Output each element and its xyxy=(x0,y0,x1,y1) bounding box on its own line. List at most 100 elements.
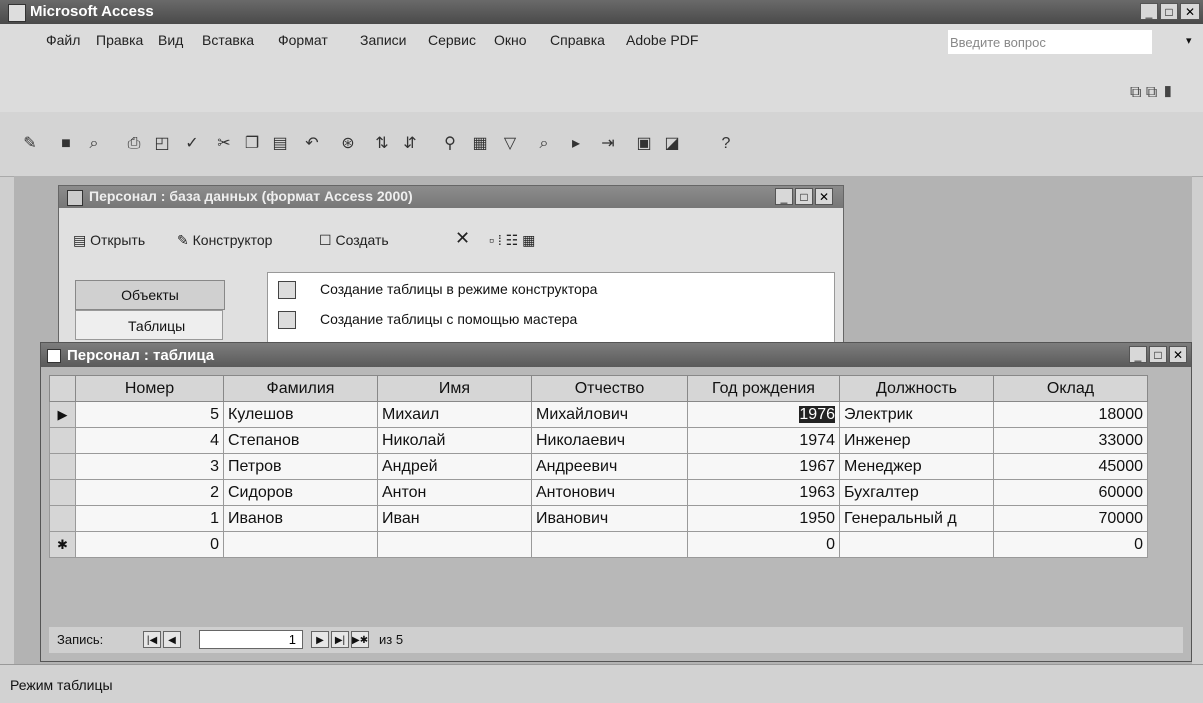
copy-icon[interactable]: ❐ xyxy=(242,134,262,154)
print-icon[interactable]: ⎙ xyxy=(124,134,144,154)
table-cell[interactable]: 33000 xyxy=(993,427,1148,454)
new-record-asterisk-icon[interactable]: ✱ xyxy=(49,531,76,558)
table-cell[interactable]: Сидоров xyxy=(223,479,378,506)
menu-format[interactable]: Формат xyxy=(278,32,328,48)
apply-filter-icon[interactable]: ▽ xyxy=(500,134,520,154)
table-cell[interactable]: 1974 xyxy=(687,427,840,454)
table-cell[interactable]: 70000 xyxy=(993,505,1148,532)
help-question-input[interactable] xyxy=(948,30,1152,54)
table-maximize-icon[interactable]: □ xyxy=(1149,346,1167,363)
table-cell[interactable]: Антон xyxy=(377,479,532,506)
database-window-title-bar[interactable]: Персонал : база данных (формат Access 20… xyxy=(59,186,843,208)
table-cell[interactable]: 1967 xyxy=(687,453,840,480)
table-cell[interactable]: Степанов xyxy=(223,427,378,454)
table-cell[interactable]: 1 xyxy=(75,505,224,532)
menu-records[interactable]: Записи xyxy=(360,32,406,48)
view-mode-icons[interactable]: ▫ ⁞ ☷ ▦ xyxy=(489,232,535,249)
close-icon[interactable]: ✕ xyxy=(1180,3,1200,20)
table-cell[interactable]: Андрей xyxy=(377,453,532,480)
table-cell[interactable]: 2 xyxy=(75,479,224,506)
tables-object-item[interactable]: Таблицы xyxy=(75,310,223,340)
table-cell[interactable]: Антонович xyxy=(531,479,688,506)
first-record-icon[interactable]: |◀ xyxy=(143,631,161,648)
find-icon[interactable]: ⌕ xyxy=(534,134,554,154)
table-cell[interactable]: 0 xyxy=(687,531,840,558)
menu-file[interactable]: Файл xyxy=(46,32,80,48)
table-cell[interactable]: Иванов xyxy=(223,505,378,532)
filter-form-icon[interactable]: ▦ xyxy=(470,134,490,154)
table-cell[interactable]: Андреевич xyxy=(531,453,688,480)
selected-cell-value[interactable]: 1976 xyxy=(799,405,835,423)
list-item[interactable]: Создание таблицы в режиме конструктора xyxy=(320,281,597,297)
cut-icon[interactable]: ✂ xyxy=(214,134,234,154)
column-header[interactable]: Год рождения xyxy=(687,375,840,402)
help-dropdown-icon[interactable]: ▾ xyxy=(1186,34,1192,47)
create-button[interactable]: ☐ Создать xyxy=(319,232,389,249)
next-record-icon[interactable]: ▶ xyxy=(311,631,329,648)
table-cell[interactable]: Бухгалтер xyxy=(839,479,994,506)
table-cell[interactable]: 0 xyxy=(993,531,1148,558)
table-row[interactable]: 3 Петров Андрей Андреевич 1967 Менеджер … xyxy=(49,453,1148,480)
table-cell[interactable]: Менеджер xyxy=(839,453,994,480)
table-cell[interactable] xyxy=(839,531,994,558)
table-row[interactable]: 2 Сидоров Антон Антонович 1963 Бухгалтер… xyxy=(49,479,1148,506)
hyperlink-icon[interactable]: ⊛ xyxy=(338,134,358,154)
delete-record-icon[interactable]: ⇥ xyxy=(598,134,618,154)
table-cell[interactable]: Кулешов xyxy=(223,401,378,428)
delete-icon[interactable]: ✕ xyxy=(455,228,470,249)
database-window-icon[interactable]: ▣ xyxy=(634,134,654,154)
table-cell[interactable]: Электрик xyxy=(839,401,994,428)
current-record-icon[interactable]: ▶ xyxy=(49,401,76,428)
new-record-nav-icon[interactable]: ▶✱ xyxy=(351,631,369,648)
table-cell[interactable]: 1950 xyxy=(687,505,840,532)
table-cell[interactable]: 4 xyxy=(75,427,224,454)
sort-desc-icon[interactable]: ⇵ xyxy=(400,134,420,154)
record-number-input[interactable] xyxy=(199,630,303,649)
objects-header[interactable]: Объекты xyxy=(75,280,225,310)
new-object-icon[interactable]: ◪ xyxy=(662,134,682,154)
menu-help[interactable]: Справка xyxy=(550,32,605,48)
row-selector[interactable] xyxy=(49,453,76,480)
minimize-icon[interactable]: _ xyxy=(1140,3,1158,20)
table-row[interactable]: 4 Степанов Николай Николаевич 1974 Инжен… xyxy=(49,427,1148,454)
table-cell[interactable]: Николаевич xyxy=(531,427,688,454)
menu-edit[interactable]: Правка xyxy=(96,32,143,48)
table-window-title-bar[interactable]: Персонал : таблица _ □ ✕ xyxy=(41,343,1191,367)
table-cell[interactable]: Инженер xyxy=(839,427,994,454)
table-cell[interactable]: Иванович xyxy=(531,505,688,532)
table-cell[interactable]: Николай xyxy=(377,427,532,454)
table-cell[interactable]: 3 xyxy=(75,453,224,480)
maximize-icon[interactable]: □ xyxy=(1160,3,1178,20)
db-close-icon[interactable]: ✕ xyxy=(815,188,833,205)
table-cell[interactable]: 0 xyxy=(75,531,224,558)
row-selector[interactable] xyxy=(49,479,76,506)
column-header[interactable]: Оклад xyxy=(993,375,1148,402)
sort-asc-icon[interactable]: ⇅ xyxy=(372,134,392,154)
design-button[interactable]: ✎ Конструктор xyxy=(177,232,272,249)
search-file-icon[interactable]: ⌕ xyxy=(84,134,104,154)
last-record-icon[interactable]: ▶| xyxy=(331,631,349,648)
previous-record-icon[interactable]: ◀ xyxy=(163,631,181,648)
db-maximize-icon[interactable]: □ xyxy=(795,188,813,205)
table-cell[interactable]: 18000 xyxy=(993,401,1148,428)
open-button[interactable]: ▤ Открыть xyxy=(73,232,145,249)
row-selector[interactable] xyxy=(49,505,76,532)
toolbar-options-icon[interactable]: ⧉ ⧉ ▮ xyxy=(1130,84,1174,102)
table-cell[interactable]: Иван xyxy=(377,505,532,532)
filter-selection-icon[interactable]: ⚲ xyxy=(440,134,460,154)
column-header[interactable]: Отчество xyxy=(531,375,688,402)
new-record-row[interactable]: ✱ 0 0 0 xyxy=(49,531,1148,558)
table-cell[interactable]: Михайлович xyxy=(531,401,688,428)
table-cell[interactable]: 45000 xyxy=(993,453,1148,480)
menu-tools[interactable]: Сервис xyxy=(428,32,476,48)
table-minimize-icon[interactable]: _ xyxy=(1129,346,1147,363)
row-selector[interactable] xyxy=(49,427,76,454)
table-cell[interactable]: 60000 xyxy=(993,479,1148,506)
undo-icon[interactable]: ↶ xyxy=(302,134,322,154)
column-header[interactable]: Фамилия xyxy=(223,375,378,402)
table-cell[interactable]: 5 xyxy=(75,401,224,428)
table-cell[interactable] xyxy=(531,531,688,558)
table-cell[interactable]: Петров xyxy=(223,453,378,480)
column-header[interactable]: Номер xyxy=(75,375,224,402)
paste-icon[interactable]: ▤ xyxy=(270,134,290,154)
